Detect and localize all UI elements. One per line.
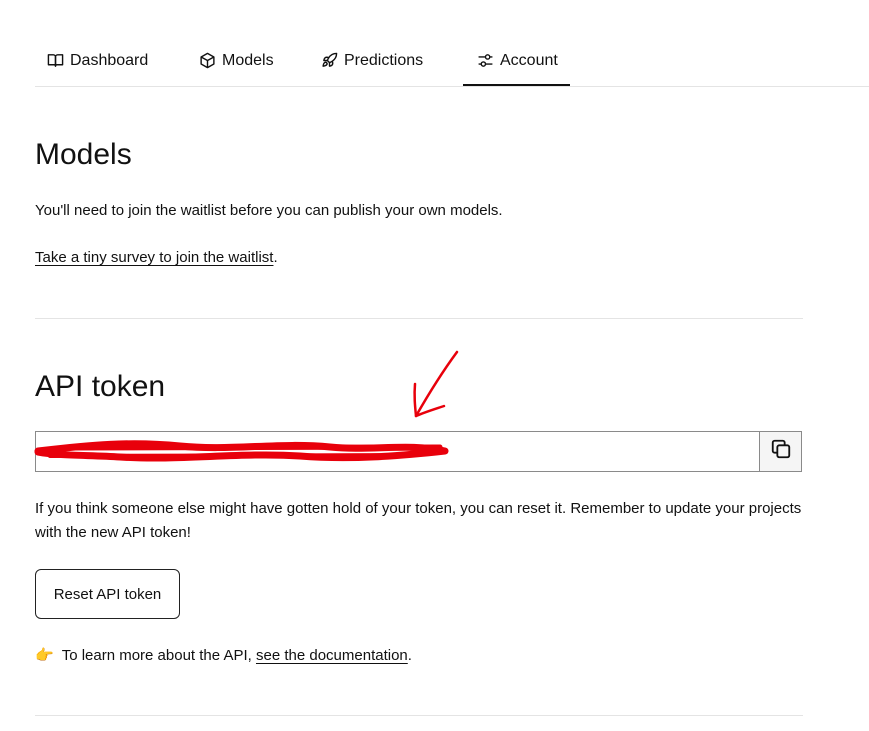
reset-api-token-button[interactable]: Reset API token [35,569,180,619]
documentation-link[interactable]: see the documentation [256,647,408,664]
pointing-hand-icon: 👉 [35,647,54,664]
tab-predictions[interactable]: Predictions [321,36,423,85]
cube-icon [199,52,216,69]
book-icon [47,52,64,69]
survey-line: Take a tiny survey to join the waitlist. [35,246,278,270]
learn-more-prefix: To learn more about the API, [61,647,252,664]
learn-more-line: 👉 To learn more about the API, see the do… [35,644,412,668]
reset-help-text: If you think someone else might have got… [35,500,802,541]
learn-more-suffix: . [407,647,412,664]
section-divider [35,715,803,716]
tab-dashboard[interactable]: Dashboard [47,36,148,85]
api-token-input[interactable] [36,432,759,471]
red-annotation [34,350,459,462]
survey-suffix: . [273,249,278,266]
tab-account[interactable]: Account [463,36,570,86]
copy-icon [770,438,792,465]
rocket-icon [321,52,338,69]
section-divider [35,318,803,319]
copy-button[interactable] [759,432,801,471]
models-heading: Models [35,138,132,171]
sliders-icon [477,52,494,69]
api-token-field [35,431,802,472]
survey-link[interactable]: Take a tiny survey to join the waitlist [35,249,273,266]
arrow-icon [414,350,459,418]
tab-label: Account [500,51,558,69]
tab-label: Predictions [344,51,424,69]
nav-tabs: Dashboard Models Predictions Account [35,36,869,87]
tab-label: Models [222,51,274,69]
waitlist-text: You'll need to join the waitlist before … [35,202,503,219]
api-token-heading: API token [35,370,166,403]
tab-models[interactable]: Models [199,36,274,85]
tab-label: Dashboard [70,51,149,69]
